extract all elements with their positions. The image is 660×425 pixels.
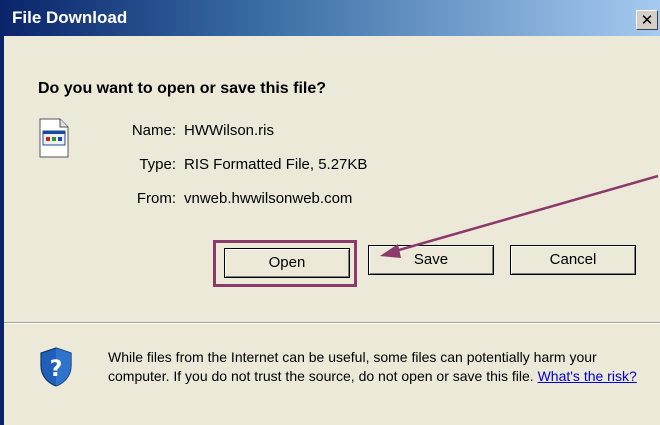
dialog-question: Do you want to open or save this file? [38,80,327,97]
from-label: From: [136,190,176,207]
warning-message: While files from the Internet can be use… [108,349,597,384]
name-label: Name: [131,122,176,139]
warning-text-block: While files from the Internet can be use… [108,348,648,386]
name-value: HWWilson.ris [184,122,274,139]
whats-the-risk-link[interactable]: What's the risk? [538,368,637,384]
file-download-dialog: File Download ✕ Do you want to open or s… [0,0,660,425]
type-label: Type: [139,156,176,173]
close-button[interactable]: ✕ [636,10,658,30]
save-button[interactable]: Save [368,245,494,275]
svg-text:?: ? [50,357,63,382]
window-title: File Download [12,8,128,27]
shield-question-icon: ? [40,347,72,387]
title-bar: File Download ✕ [0,0,660,36]
cancel-button[interactable]: Cancel [510,245,636,275]
from-value: vnweb.hwwilsonweb.com [184,190,353,207]
open-highlight-annotation [213,240,357,287]
type-value: RIS Formatted File, 5.27KB [184,156,368,173]
